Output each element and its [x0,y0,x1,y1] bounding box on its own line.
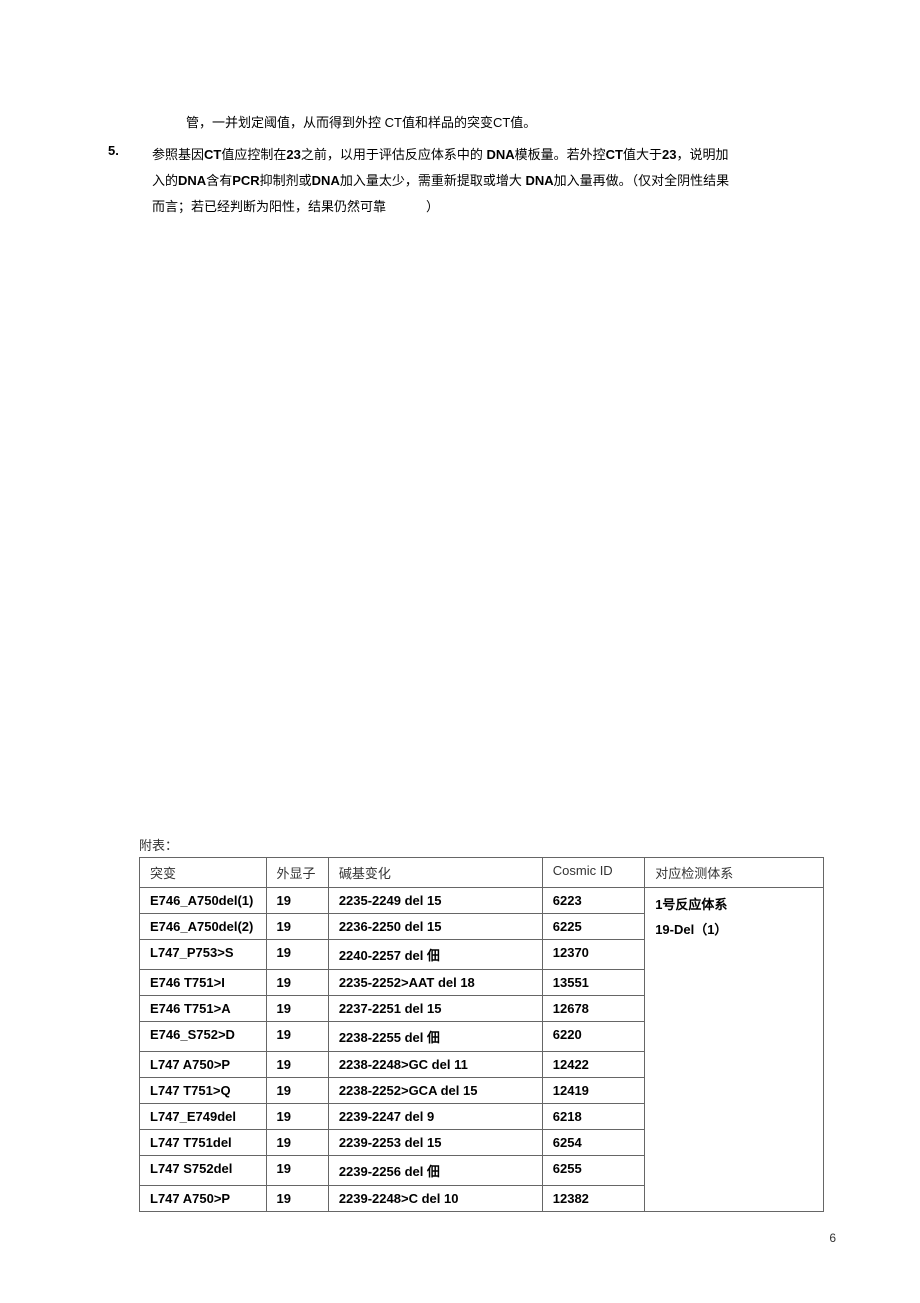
cell-exon: 19 [266,888,328,914]
text-paren: ） [426,194,439,220]
system-line-1: 1号反应体系 [655,897,727,912]
text: 加入量再做。（仅对全阴性结果 [554,173,730,188]
cell-cosmic: 12678 [542,996,644,1022]
cell-cosmic: 12370 [542,940,644,970]
cell-base: 2237-2251 del 15 [328,996,542,1022]
paragraph-4-continuation: 管，一并划定阈值，从而得到外控 CT值和样品的突变CT值。 [108,110,815,136]
cell-cosmic: 12422 [542,1052,644,1078]
cell-base: 2239-2247 del 9 [328,1104,542,1130]
text-bold: 23 [662,147,676,162]
system-line-2: 19-Del（1） [655,922,727,937]
cell-cosmic: 6223 [542,888,644,914]
cell-mutation: L747 S752del [140,1156,267,1186]
cell-base: 2240-2257 del 佃 [328,940,542,970]
text: 含有 [206,173,232,188]
text-bold: DNA [312,173,340,188]
text: 模板量。若外控 [515,147,606,162]
cell-mutation: E746_A750del(1) [140,888,267,914]
header-base: 碱基变化 [328,858,542,888]
text: ，说明加 [676,147,728,162]
p5-line-2: 入的DNA含有PCR抑制剂或DNA加入量太少，需重新提取或增大 DNA加入量再做… [152,168,815,194]
list-body-5: 参照基因CT值应控制在23之前，以用于评估反应体系中的 DNA模板量。若外控CT… [152,142,815,220]
cell-exon: 19 [266,1078,328,1104]
cell-cosmic: 6220 [542,1022,644,1052]
cell-mutation: L747 A750>P [140,1186,267,1212]
text-bold: CT [204,147,221,162]
cell-cosmic: 6255 [542,1156,644,1186]
cell-exon: 19 [266,1052,328,1078]
cell-exon: 19 [266,940,328,970]
text: 之前，以用于评估反应体系中的 [301,147,487,162]
cell-cosmic: 13551 [542,970,644,996]
cell-base: 2239-2248>C del 10 [328,1186,542,1212]
cell-exon: 19 [266,970,328,996]
header-exon: 外显子 [266,858,328,888]
text-bold: CT [606,147,623,162]
cell-cosmic: 6254 [542,1130,644,1156]
text: 值应控制在 [221,147,286,162]
table-row: E746_A750del(1) 19 2235-2249 del 15 6223… [140,888,824,914]
text-bold: 23 [286,147,300,162]
cell-cosmic: 6218 [542,1104,644,1130]
cell-base: 2235-2249 del 15 [328,888,542,914]
p5-line-1: 参照基因CT值应控制在23之前，以用于评估反应体系中的 DNA模板量。若外控CT… [152,142,815,168]
cell-base: 2239-2256 del 佃 [328,1156,542,1186]
cell-mutation: L747_E749del [140,1104,267,1130]
cell-mutation: E746_A750del(2) [140,914,267,940]
text-bold: DNA [178,173,206,188]
cell-cosmic: 12419 [542,1078,644,1104]
text-bold: PCR [232,173,259,188]
text: 入的 [152,173,178,188]
cell-base: 2238-2252>GCA del 15 [328,1078,542,1104]
cell-mutation: E746_S752>D [140,1022,267,1052]
cell-exon: 19 [266,1186,328,1212]
cell-exon: 19 [266,996,328,1022]
p5-line-3: 而言；若已经判断为阳性，结果仍然可靠 ） [152,194,815,220]
appendix-label: 附表： [139,835,815,854]
cell-mutation: L747 T751>Q [140,1078,267,1104]
text-bold: DNA [486,147,514,162]
appendix-table: 突变 外显子 碱基变化 Cosmic ID 对应检测体系 E746_A750de… [139,857,815,1212]
cell-cosmic: 6225 [542,914,644,940]
cell-base: 2235-2252>AAT del 18 [328,970,542,996]
table-header-row: 突变 外显子 碱基变化 Cosmic ID 对应检测体系 [140,858,824,888]
text: 抑制剂或 [260,173,312,188]
text: 参照基因 [152,147,204,162]
cell-base: 2236-2250 del 15 [328,914,542,940]
cell-system: 1号反应体系 19-Del（1） [645,888,824,1212]
page-number: 6 [829,1231,836,1245]
cell-mutation: L747_P753>S [140,940,267,970]
cell-cosmic: 12382 [542,1186,644,1212]
cell-exon: 19 [266,1156,328,1186]
cell-exon: 19 [266,1022,328,1052]
header-system: 对应检测体系 [645,858,824,888]
list-number-5: 5. [108,142,152,220]
cell-mutation: E746 T751>I [140,970,267,996]
cell-mutation: L747 A750>P [140,1052,267,1078]
header-mutation: 突变 [140,858,267,888]
header-cosmic: Cosmic ID [542,858,644,888]
cell-base: 2239-2253 del 15 [328,1130,542,1156]
cell-exon: 19 [266,1130,328,1156]
text: 加入量太少，需重新提取或增大 [340,173,526,188]
text: 值大于 [623,147,662,162]
text-bold: DNA [525,173,553,188]
cell-mutation: E746 T751>A [140,996,267,1022]
cell-base: 2238-2248>GC del 11 [328,1052,542,1078]
text: 而言；若已经判断为阳性，结果仍然可靠 [152,199,386,214]
cell-exon: 19 [266,1104,328,1130]
list-item-5: 5. 参照基因CT值应控制在23之前，以用于评估反应体系中的 DNA模板量。若外… [108,142,815,220]
cell-exon: 19 [266,914,328,940]
cell-base: 2238-2255 del 佃 [328,1022,542,1052]
cell-mutation: L747 T751del [140,1130,267,1156]
